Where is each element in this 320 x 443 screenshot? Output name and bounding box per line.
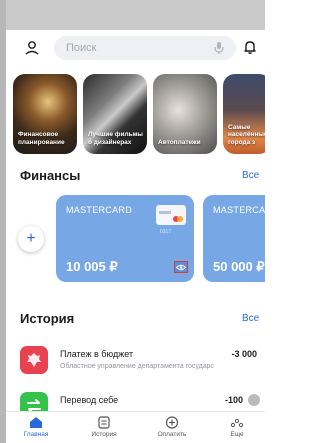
story-label: Финансовое планирование [18, 131, 65, 146]
home-icon [30, 417, 42, 428]
more-icon [230, 418, 244, 428]
microphone-icon[interactable] [212, 41, 226, 55]
story-autopayments[interactable]: Автоплатежи [153, 74, 217, 154]
card-brand: MASTERCARD [66, 205, 133, 215]
tab-home[interactable]: Главная [10, 416, 62, 438]
bottom-tab-bar: Главная История Оплатить Еще [6, 411, 265, 443]
window-edge [0, 0, 6, 443]
history-item-title: Платеж в бюджет [60, 349, 134, 359]
story-label: Самые населённые города з [228, 123, 265, 146]
story-financial-planning[interactable]: Финансовое планирование [13, 74, 77, 154]
history-item[interactable]: Платеж в бюджет Областное управление деп… [20, 346, 265, 378]
card-last-digits: 0317 [160, 229, 172, 235]
story-label: Автоплатежи [158, 138, 201, 146]
hide-balance-eye-icon[interactable] [174, 261, 188, 273]
notifications-bell-icon[interactable] [242, 39, 258, 55]
history-item-amount: -100 [224, 395, 243, 405]
finances-title: Финансы [20, 168, 81, 183]
bank-card[interactable]: MASTERCARD 0317 10 005 ₽ [56, 195, 194, 282]
tab-label: Главная [23, 431, 49, 438]
search-input[interactable]: Поиск [54, 36, 236, 60]
card-brand: MASTERCA [213, 205, 265, 215]
tab-more[interactable]: Еще [211, 416, 263, 438]
history-icon [98, 416, 110, 429]
budget-emblem-icon [20, 346, 48, 374]
history-item-title: Перевод себе [60, 395, 119, 405]
search-placeholder: Поиск [66, 42, 97, 54]
card-balance: 10 005 ₽ [66, 259, 118, 274]
history-all-link[interactable]: Все [242, 313, 259, 324]
profile-icon[interactable] [24, 40, 40, 56]
tab-history[interactable]: История [78, 416, 130, 438]
add-card-button[interactable]: + [18, 226, 44, 252]
card-thumbnail-icon [156, 205, 186, 225]
card-balance: 50 000 ₽ [213, 259, 265, 274]
finances-all-link[interactable]: Все [242, 170, 259, 181]
history-item-amount: -3 000 [231, 349, 257, 359]
story-best-films[interactable]: Лучшие фильмы о дизайнерах [83, 74, 147, 154]
story-label: Лучшие фильмы о дизайнерах [88, 131, 143, 146]
status-bar [6, 0, 265, 30]
app-screen: Поиск Финансовое планирование Лучшие фил… [0, 0, 265, 443]
pay-icon [165, 416, 179, 429]
tab-pay[interactable]: Оплатить [146, 416, 198, 438]
tab-label: История [91, 431, 117, 438]
history-title: История [20, 311, 75, 326]
bank-card[interactable]: MASTERCA 50 000 ₽ [203, 195, 265, 282]
history-item-subtitle: Областное управление департамента госуда… [60, 363, 215, 370]
tab-label: Оплатить [157, 431, 187, 438]
top-bar: Поиск [6, 30, 265, 66]
tab-label: Еще [230, 431, 244, 438]
stories-carousel: Финансовое планирование Лучшие фильмы о … [6, 74, 265, 156]
bank-logo-icon [248, 394, 260, 406]
story-populous-cities[interactable]: Самые населённые города з [223, 74, 265, 154]
